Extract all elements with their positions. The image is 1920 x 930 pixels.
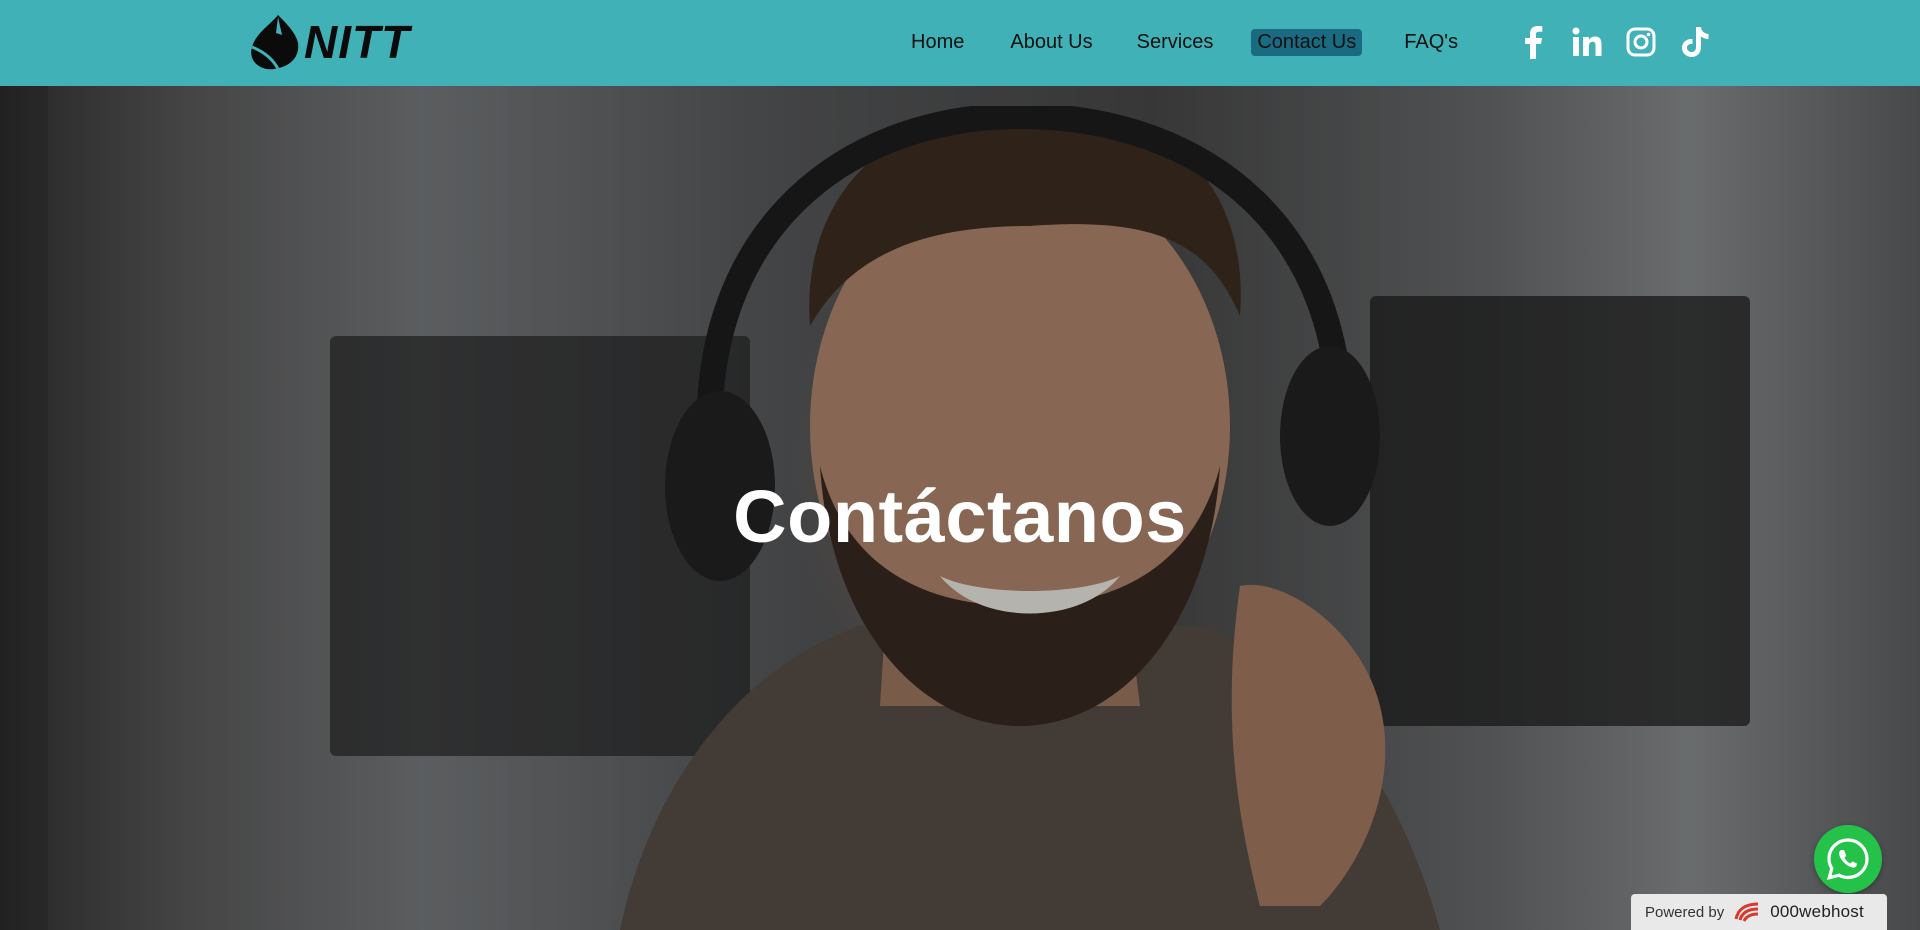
main-nav: Home About Us Services Contact Us FAQ's: [905, 27, 1464, 57]
hero-title: Contáctanos: [733, 475, 1187, 558]
nav-faqs[interactable]: FAQ's: [1398, 29, 1464, 56]
facebook-icon[interactable]: [1516, 25, 1550, 59]
social-links: [1516, 22, 1712, 62]
powered-by-label: Powered by: [1645, 903, 1725, 921]
instagram-icon[interactable]: [1624, 25, 1658, 59]
tiktok-icon[interactable]: [1678, 25, 1712, 59]
nav-home[interactable]: Home: [905, 29, 970, 56]
hero-banner: Contáctanos: [0, 86, 1920, 930]
powered-by-brand: 000webhost: [1770, 902, 1864, 921]
powered-by-badge[interactable]: Powered by 000webhost: [1631, 894, 1887, 930]
nav-about-us[interactable]: About Us: [1004, 29, 1098, 56]
brand-logo[interactable]: NITT: [248, 12, 410, 72]
000webhost-logo-icon: [1734, 902, 1759, 922]
linkedin-icon[interactable]: [1570, 25, 1604, 59]
whatsapp-button[interactable]: [1814, 825, 1882, 893]
teardrop-leaf-icon: [251, 15, 299, 70]
whatsapp-icon: [1826, 838, 1869, 881]
top-navbar: NITT Home About Us Services Contact Us F…: [0, 0, 1920, 86]
brand-name: NITT: [304, 16, 411, 68]
nav-contact-us[interactable]: Contact Us: [1251, 28, 1363, 56]
nav-services[interactable]: Services: [1131, 29, 1220, 56]
